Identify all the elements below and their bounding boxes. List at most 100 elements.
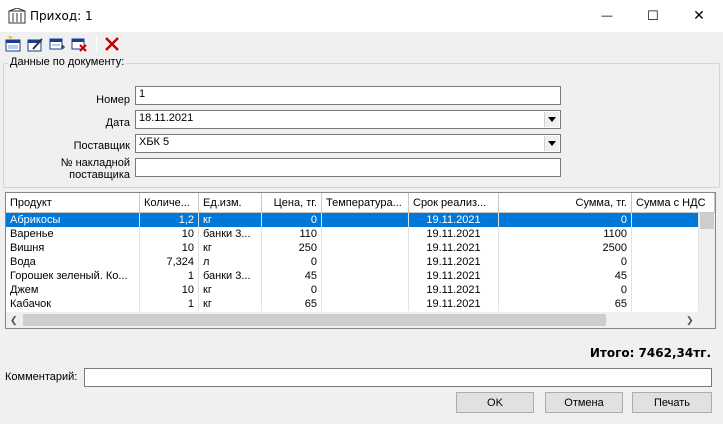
date-field[interactable]: 18.11.2021 (135, 110, 561, 129)
cell-quantity: 1 (140, 269, 199, 283)
delete-button[interactable] (103, 35, 121, 53)
column-header[interactable]: Температура... (322, 193, 409, 213)
date-value: 18.11.2021 (139, 112, 194, 124)
table-row[interactable]: Варенье 10 банки 3... 110 19.11.2021 110… (6, 227, 699, 241)
cell-product: Вишня (6, 241, 140, 255)
toolbar-separator (96, 36, 97, 52)
grid-body: Абрикосы 1,2 кг 0 19.11.2021 0 Варенье 1… (6, 213, 699, 312)
cell-product: Кабачок (6, 297, 140, 311)
number-label: Номер (96, 94, 130, 106)
cell-price: 0 (262, 255, 322, 269)
table-row[interactable]: Вишня 10 кг 250 19.11.2021 2500 (6, 241, 699, 255)
column-header[interactable]: Срок реализ... (409, 193, 499, 213)
table-row[interactable]: Вода 7,324 л 0 19.11.2021 0 (6, 255, 699, 269)
edit-document-button[interactable] (26, 35, 44, 53)
cell-expiry: 19.11.2021 (409, 227, 499, 241)
cell-unit: кг (199, 213, 262, 227)
cell-price: 0 (262, 213, 322, 227)
cell-expiry: 19.11.2021 (409, 283, 499, 297)
cell-unit: л (199, 255, 262, 269)
cell-quantity: 10 (140, 241, 199, 255)
invoice-label-line2: поставщика (69, 169, 130, 181)
delete-row-button[interactable] (70, 35, 88, 53)
column-header[interactable]: Сумма, тг. (499, 193, 632, 213)
total-amount: Итого: 7462,34тг. (589, 346, 711, 360)
cell-sum-vat (632, 255, 699, 269)
cell-sum: 65 (499, 297, 632, 311)
supplier-dropdown-button[interactable] (544, 136, 559, 151)
close-icon: ✕ (693, 7, 705, 23)
title-bar: Приход: 1 — ☐ ✕ (0, 0, 723, 32)
cell-sum: 0 (499, 255, 632, 269)
window-title: Приход: 1 (30, 9, 93, 23)
cell-price: 65 (262, 297, 322, 311)
minimize-icon: — (601, 9, 613, 22)
date-dropdown-button[interactable] (544, 112, 559, 127)
cell-temperature (322, 213, 409, 227)
cell-quantity: 1 (140, 297, 199, 311)
cell-product: Горошек зеленый. Ко... (6, 269, 140, 283)
cell-price: 110 (262, 227, 322, 241)
cell-sum: 2500 (499, 241, 632, 255)
column-header[interactable]: Цена, тг. (262, 193, 322, 213)
vertical-scroll-thumb[interactable] (700, 213, 714, 229)
add-row-icon (49, 38, 65, 50)
close-button[interactable]: ✕ (676, 0, 722, 31)
cell-sum-vat (632, 269, 699, 283)
cell-sum: 0 (499, 213, 632, 227)
document-data-legend: Данные по документу: (8, 56, 127, 68)
print-button[interactable]: Печать (632, 392, 712, 413)
cell-expiry: 19.11.2021 (409, 269, 499, 283)
cell-temperature (322, 283, 409, 297)
table-row[interactable]: Абрикосы 1,2 кг 0 19.11.2021 0 (6, 213, 699, 227)
edit-document-icon (27, 38, 43, 52)
table-row[interactable]: Кабачок 1 кг 65 19.11.2021 65 (6, 297, 699, 311)
chevron-down-icon (548, 117, 556, 122)
cancel-button[interactable]: Отмена (545, 392, 623, 413)
new-document-icon (5, 36, 21, 52)
horizontal-scrollbar[interactable]: ❮ ❯ (6, 312, 715, 328)
scroll-right-icon[interactable]: ❯ (686, 315, 694, 326)
table-row[interactable]: Джем 10 кг 0 19.11.2021 0 (6, 283, 699, 297)
app-icon (8, 7, 26, 24)
cell-sum: 1100 (499, 227, 632, 241)
new-document-button[interactable] (4, 35, 22, 53)
column-header[interactable]: Сумма с НДС (632, 193, 715, 213)
cell-quantity: 10 (140, 283, 199, 297)
supplier-combobox[interactable]: ХБК 5 (135, 134, 561, 153)
cell-product: Джем (6, 283, 140, 297)
cell-product: Вода (6, 255, 140, 269)
cell-price: 250 (262, 241, 322, 255)
comment-label: Комментарий: (5, 371, 78, 383)
column-header[interactable]: Ед.изм. (199, 193, 262, 213)
horizontal-scroll-thumb[interactable] (23, 314, 606, 326)
scroll-left-icon[interactable]: ❮ (10, 315, 18, 326)
cell-quantity: 7,324 (140, 255, 199, 269)
cell-quantity: 1,2 (140, 213, 199, 227)
cell-price: 45 (262, 269, 322, 283)
cell-sum-vat (632, 227, 699, 241)
minimize-button[interactable]: — (584, 0, 630, 31)
cell-sum-vat (632, 297, 699, 311)
invoice-number-field[interactable] (135, 158, 561, 177)
comment-field[interactable] (84, 368, 712, 387)
column-header[interactable]: Продукт (6, 193, 140, 213)
cell-product: Абрикосы (6, 213, 140, 227)
column-header[interactable]: Количе... (140, 193, 199, 213)
cell-quantity: 10 (140, 227, 199, 241)
table-row[interactable]: Горошек зеленый. Ко... 1 банки 3... 45 1… (6, 269, 699, 283)
chevron-down-icon (548, 141, 556, 146)
ok-button[interactable]: OK (456, 392, 534, 413)
cell-expiry: 19.11.2021 (409, 241, 499, 255)
add-row-button[interactable] (48, 35, 66, 53)
cell-sum: 45 (499, 269, 632, 283)
cell-unit: кг (199, 283, 262, 297)
products-grid[interactable]: Продукт Количе... Ед.изм. Цена, тг. Темп… (5, 192, 716, 329)
supplier-value: ХБК 5 (139, 136, 170, 148)
number-field[interactable]: 1 (135, 86, 561, 105)
maximize-button[interactable]: ☐ (630, 0, 676, 31)
grid-header: Продукт Количе... Ед.изм. Цена, тг. Темп… (6, 193, 715, 213)
cell-unit: кг (199, 241, 262, 255)
cell-unit: банки 3... (199, 227, 262, 241)
cell-expiry: 19.11.2021 (409, 297, 499, 311)
